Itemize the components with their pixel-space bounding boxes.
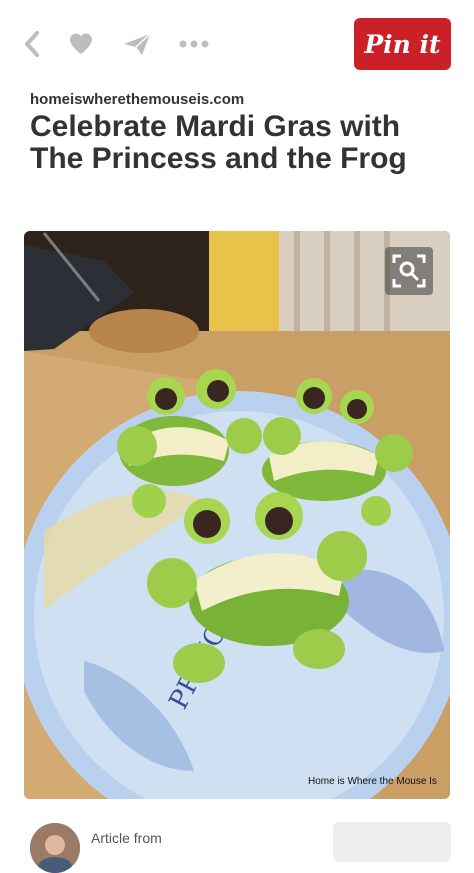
visual-search-icon xyxy=(392,254,426,288)
image-watermark: Home is Where the Mouse Is xyxy=(308,776,437,787)
footer-action-button[interactable] xyxy=(333,822,451,862)
photo-frog-apple-snack: PRINCESS xyxy=(24,231,450,799)
article-footer: Article from xyxy=(0,815,474,873)
more-button[interactable] xyxy=(178,28,210,60)
pin-it-button[interactable]: Pin it xyxy=(354,18,451,70)
source-domain-link[interactable]: homeiswherethemouseis.com xyxy=(30,91,244,108)
article-from-label: Article from xyxy=(91,830,162,846)
back-button[interactable] xyxy=(20,28,44,60)
top-toolbar: Pin it xyxy=(0,0,474,88)
send-button[interactable] xyxy=(121,28,153,60)
ellipsis-icon xyxy=(179,40,209,48)
like-button[interactable] xyxy=(67,28,95,60)
avatar-photo-icon xyxy=(30,823,80,873)
visual-search-button[interactable] xyxy=(385,247,433,295)
pin-title: Celebrate Mardi Gras with The Princess a… xyxy=(30,110,407,175)
heart-icon xyxy=(70,33,92,54)
avatar[interactable] xyxy=(30,823,80,873)
chevron-left-icon xyxy=(25,31,39,57)
pin-image[interactable]: PRINCESS Home is Where the Mouse Is xyxy=(24,231,450,799)
paper-plane-icon xyxy=(124,33,151,55)
